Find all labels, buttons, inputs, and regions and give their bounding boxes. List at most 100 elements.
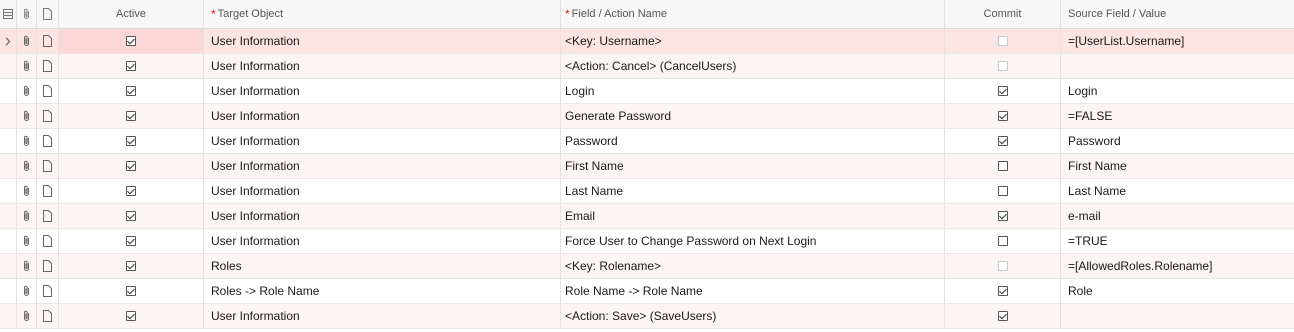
row-attachments[interactable]	[17, 254, 37, 278]
table-row[interactable]: User Information Generate Password =FALSE	[0, 104, 1294, 129]
paperclip-icon[interactable]	[22, 110, 31, 122]
paperclip-icon[interactable]	[22, 160, 31, 172]
table-row[interactable]: User Information <Action: Cancel> (Cancel…	[0, 54, 1294, 79]
commit-cell[interactable]	[945, 229, 1061, 253]
commit-checkbox[interactable]	[997, 111, 1008, 121]
row-notes[interactable]	[37, 29, 59, 53]
note-icon[interactable]	[43, 160, 52, 172]
paperclip-icon[interactable]	[22, 285, 31, 297]
field-action-name-cell[interactable]: <Key: Username>	[561, 29, 945, 53]
note-icon[interactable]	[43, 85, 52, 97]
active-cell[interactable]	[59, 129, 204, 153]
table-row[interactable]: User Information Email e-mail	[0, 204, 1294, 229]
paperclip-icon[interactable]	[22, 60, 31, 72]
field-action-name-cell[interactable]: Generate Password	[561, 104, 945, 128]
source-field-value-cell[interactable]: =[UserList.Username]	[1061, 29, 1294, 53]
target-object-cell[interactable]: User Information	[204, 79, 561, 103]
paperclip-icon[interactable]	[22, 85, 31, 97]
commit-cell[interactable]	[945, 204, 1061, 228]
paperclip-icon[interactable]	[22, 260, 31, 272]
table-row[interactable]: User Information Last Name Last Name	[0, 179, 1294, 204]
active-checkbox[interactable]	[126, 36, 136, 46]
note-icon[interactable]	[43, 135, 52, 147]
row-notes[interactable]	[37, 154, 59, 178]
row-selector[interactable]	[0, 29, 17, 53]
commit-checkbox[interactable]	[997, 286, 1008, 296]
row-attachments[interactable]	[17, 54, 37, 78]
paperclip-icon[interactable]	[22, 185, 31, 197]
target-object-cell[interactable]: User Information	[204, 304, 561, 328]
field-action-name-cell[interactable]: Password	[561, 129, 945, 153]
row-selector[interactable]	[0, 229, 17, 253]
commit-checkbox[interactable]	[997, 186, 1008, 196]
commit-checkbox[interactable]	[997, 86, 1008, 96]
target-object-column-header[interactable]: * Target Object	[204, 0, 561, 28]
field-action-name-cell[interactable]: Login	[561, 79, 945, 103]
source-field-value-cell[interactable]: Role	[1061, 279, 1294, 303]
row-attachments[interactable]	[17, 304, 37, 328]
row-selector[interactable]	[0, 129, 17, 153]
table-row[interactable]: Roles <Key: Rolename> =[AllowedRoles.Rolen…	[0, 254, 1294, 279]
active-cell[interactable]	[59, 229, 204, 253]
row-attachments[interactable]	[17, 29, 37, 53]
active-checkbox[interactable]	[126, 236, 136, 246]
field-action-name-column-header[interactable]: * Field / Action Name	[561, 0, 945, 28]
source-field-value-column-header[interactable]: Source Field / Value	[1061, 0, 1294, 28]
row-notes[interactable]	[37, 104, 59, 128]
commit-checkbox[interactable]	[997, 211, 1008, 221]
commit-cell[interactable]	[945, 254, 1061, 278]
source-field-value-cell[interactable]: Last Name	[1061, 179, 1294, 203]
commit-column-header[interactable]: Commit	[945, 0, 1061, 28]
row-attachments[interactable]	[17, 104, 37, 128]
row-selector[interactable]	[0, 104, 17, 128]
row-notes[interactable]	[37, 304, 59, 328]
commit-cell[interactable]	[945, 104, 1061, 128]
note-icon[interactable]	[43, 285, 52, 297]
field-action-name-cell[interactable]: Last Name	[561, 179, 945, 203]
commit-cell[interactable]	[945, 179, 1061, 203]
row-selector[interactable]	[0, 179, 17, 203]
target-object-cell[interactable]: Roles	[204, 254, 561, 278]
paperclip-icon[interactable]	[22, 210, 31, 222]
active-checkbox[interactable]	[126, 111, 136, 121]
active-column-header[interactable]: Active	[59, 0, 204, 28]
note-icon[interactable]	[43, 60, 52, 72]
active-checkbox[interactable]	[126, 86, 136, 96]
field-action-name-cell[interactable]: <Key: Rolename>	[561, 254, 945, 278]
note-icon[interactable]	[43, 260, 52, 272]
target-object-cell[interactable]: User Information	[204, 129, 561, 153]
table-row[interactable]: Roles -> Role Name Role Name -> Role Name…	[0, 279, 1294, 304]
target-object-cell[interactable]: User Information	[204, 179, 561, 203]
active-cell[interactable]	[59, 304, 204, 328]
row-selector[interactable]	[0, 204, 17, 228]
source-field-value-cell[interactable]	[1061, 304, 1294, 328]
commit-cell[interactable]	[945, 79, 1061, 103]
commit-checkbox[interactable]	[997, 261, 1008, 271]
field-action-name-cell[interactable]: <Action: Cancel> (CancelUsers)	[561, 54, 945, 78]
row-selector[interactable]	[0, 304, 17, 328]
table-row[interactable]: User Information <Action: Save> (SaveUser…	[0, 304, 1294, 329]
commit-checkbox[interactable]	[997, 236, 1008, 246]
row-notes[interactable]	[37, 179, 59, 203]
row-selector[interactable]	[0, 279, 17, 303]
row-notes[interactable]	[37, 279, 59, 303]
commit-cell[interactable]	[945, 154, 1061, 178]
row-attachments[interactable]	[17, 79, 37, 103]
paperclip-icon[interactable]	[22, 310, 31, 322]
note-icon[interactable]	[43, 35, 52, 47]
source-field-value-cell[interactable]: =FALSE	[1061, 104, 1294, 128]
target-object-cell[interactable]: User Information	[204, 204, 561, 228]
note-icon[interactable]	[43, 210, 52, 222]
active-cell[interactable]	[59, 104, 204, 128]
commit-checkbox[interactable]	[997, 36, 1008, 46]
note-icon[interactable]	[43, 310, 52, 322]
target-object-cell[interactable]: User Information	[204, 229, 561, 253]
target-object-cell[interactable]: User Information	[204, 154, 561, 178]
table-row[interactable]: User Information Login Login	[0, 79, 1294, 104]
row-notes[interactable]	[37, 54, 59, 78]
active-checkbox[interactable]	[126, 61, 136, 71]
commit-cell[interactable]	[945, 129, 1061, 153]
commit-checkbox[interactable]	[997, 61, 1008, 71]
row-notes[interactable]	[37, 254, 59, 278]
commit-checkbox[interactable]	[997, 161, 1008, 171]
